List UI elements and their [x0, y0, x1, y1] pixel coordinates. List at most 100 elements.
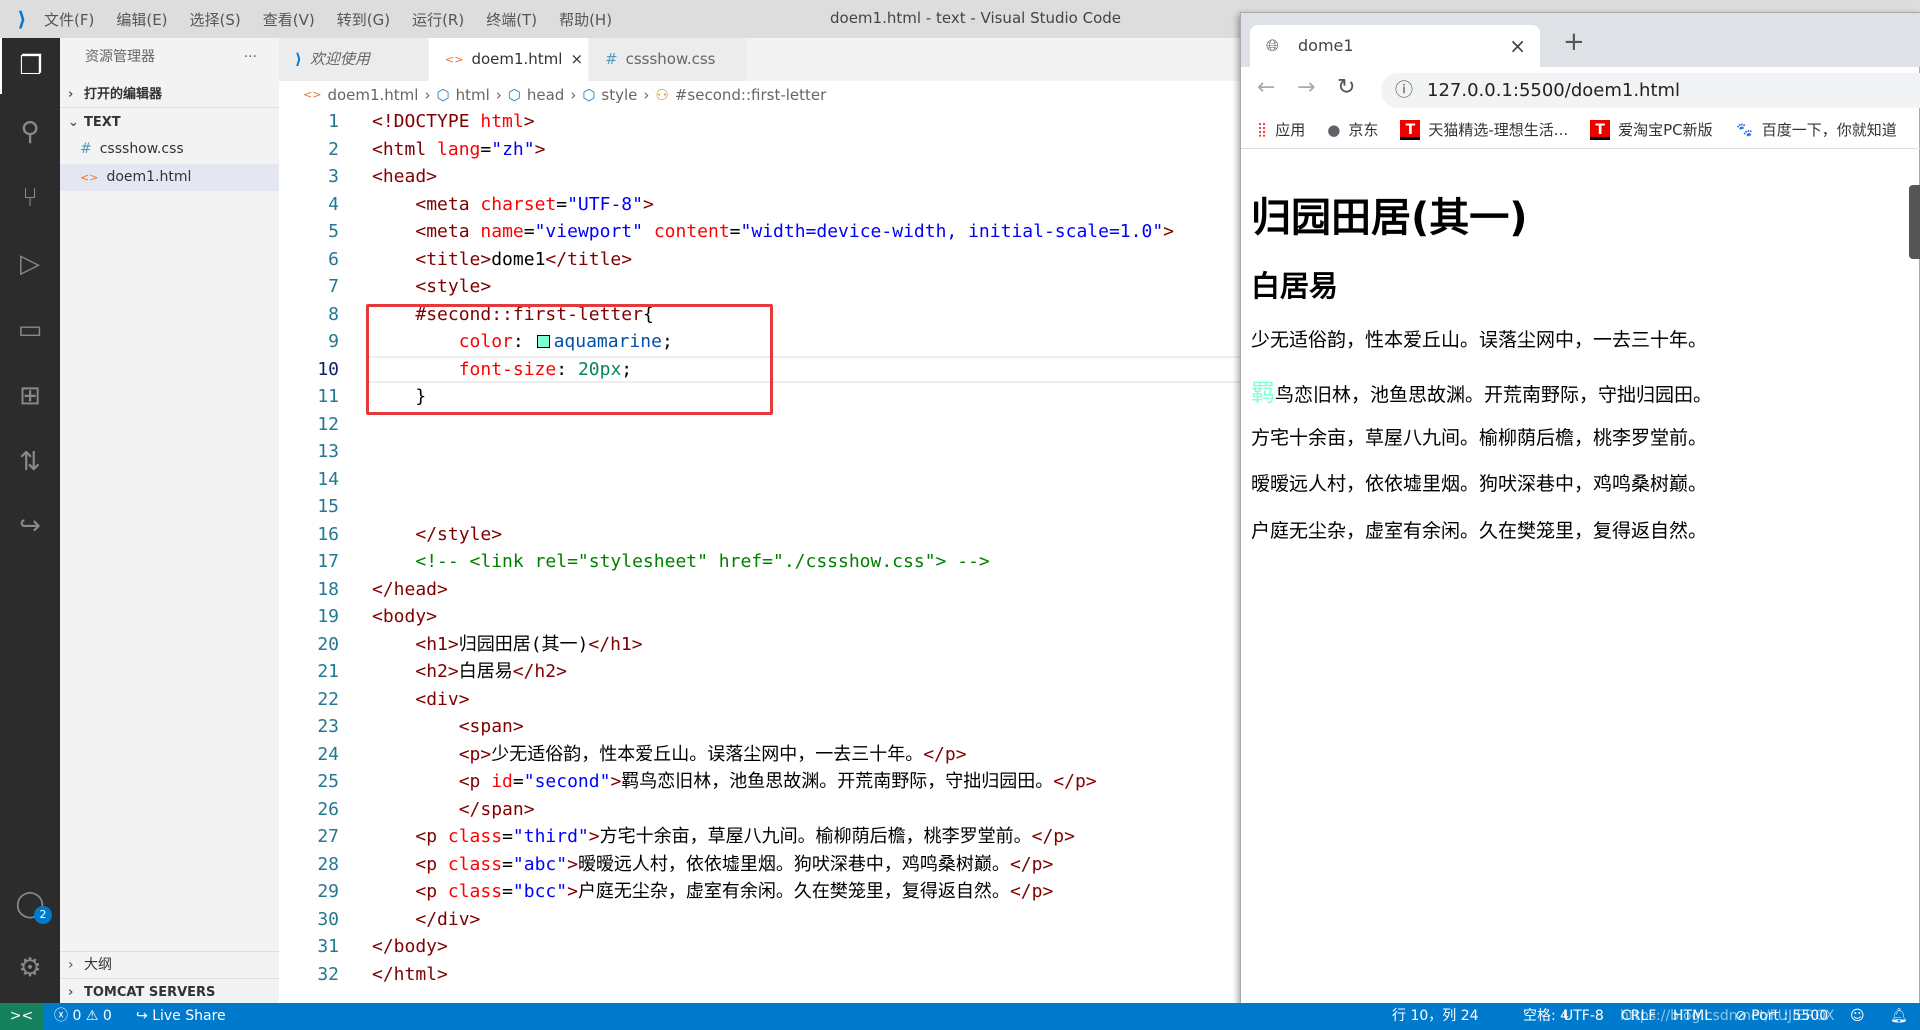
breadcrumb-item[interactable]: head — [527, 81, 564, 109]
side-widget[interactable] — [1909, 185, 1920, 259]
code-line[interactable]: <html lang="zh"> — [372, 136, 545, 164]
chevron-right-icon: › — [68, 87, 74, 102]
live-share-icon[interactable]: ↪ — [0, 498, 60, 554]
browser-tab[interactable]: 🌐︎ dome1 × — [1250, 25, 1540, 67]
code-line[interactable]: </body> — [372, 933, 448, 961]
explorer-icon[interactable]: ❐ — [0, 38, 60, 94]
code-editor[interactable]: 1 <!DOCTYPE html> 2 <html lang="zh"> 3 <head>… — [279, 108, 1240, 1003]
problems-indicator[interactable]: ⓧ 0 ⚠ 0 — [54, 1003, 112, 1030]
remote-explorer-icon[interactable]: ▭ — [0, 302, 60, 358]
line-number: 24 — [317, 743, 339, 765]
forward-icon[interactable]: → — [1297, 75, 1315, 100]
poem-line-second: 羁鸟恋旧林，池鱼思故渊。开荒南野际，守拙归园田。 — [1251, 373, 1712, 408]
code-line[interactable]: </div> — [372, 906, 480, 934]
code-line[interactable]: <style> — [372, 273, 491, 301]
close-icon[interactable]: × — [570, 38, 583, 81]
pull-request-icon[interactable]: ⇅ — [0, 434, 60, 490]
code-token: > — [567, 881, 578, 902]
code-token: > — [534, 138, 546, 160]
tomcat-servers-section[interactable]: › TOMCAT SERVERS — [60, 978, 279, 1005]
code-line[interactable]: <head> — [372, 163, 437, 191]
bookmark-jd[interactable]: ● 京东 — [1327, 119, 1378, 140]
menu-help[interactable]: 帮助(H) — [559, 9, 612, 30]
menu-terminal[interactable]: 终端(T) — [486, 9, 537, 30]
code-line[interactable]: <h2>白居易</h2> — [372, 658, 567, 686]
live-share-button[interactable]: ↪ Live Share — [136, 1003, 226, 1030]
code-line[interactable]: <span> — [372, 713, 524, 741]
code-line[interactable]: <p>少无适俗韵，性本爱丘山。误落尘网中，一去三十年。</p> — [372, 741, 967, 769]
bookmark-aitaobao[interactable]: T 爱淘宝PC新版 — [1590, 119, 1713, 140]
code-line[interactable]: <div> — [372, 686, 469, 714]
encoding[interactable]: UTF-8 — [1563, 1003, 1604, 1030]
tab-welcome[interactable]: ⟩ 欢迎使用 — [279, 38, 429, 81]
bookmark-tmall[interactable]: T 天猫精选-理想生活... — [1400, 119, 1568, 140]
code-token: class — [447, 853, 503, 875]
globe-icon: 🌐︎ — [1266, 36, 1279, 55]
code-line[interactable]: <p class="abc">暧暧远人村，依依墟里烟。狗吠深巷中，鸡鸣桑树巅。<… — [372, 851, 1053, 879]
open-editors-label: 打开的编辑器 — [84, 87, 163, 102]
tab-cssshow-css[interactable]: # cssshow.css — [589, 38, 747, 81]
bookmark-label: 京东 — [1348, 121, 1379, 139]
settings-gear-icon[interactable]: ⚙ — [0, 940, 60, 996]
code-line[interactable]: <!DOCTYPE html> — [372, 108, 535, 136]
bookmark-baidu[interactable]: 🐾︎ 百度一下，你就知道 — [1735, 119, 1897, 140]
code-token: = — [512, 771, 524, 792]
code-line[interactable]: <body> — [372, 603, 437, 631]
open-editors-section[interactable]: › 打开的编辑器 — [60, 81, 279, 108]
menu-go[interactable]: 转到(G) — [337, 9, 390, 30]
notifications-bell-icon[interactable]: 🔔︎ — [1890, 1003, 1908, 1030]
back-icon[interactable]: ← — [1257, 75, 1275, 100]
code-line[interactable]: <p id="second">羁鸟恋旧林，池鱼思故渊。开荒南野际，守拙归园田。<… — [372, 768, 1097, 796]
code-line[interactable]: <p class="bcc">户庭无尘杂，虚室有余闲。久在樊笼里，复得返自然。<… — [372, 878, 1053, 906]
code-line[interactable]: </style> — [372, 521, 502, 549]
code-line[interactable]: <meta name="viewport" content="width=dev… — [372, 218, 1174, 246]
file-cssshow[interactable]: # cssshow.css — [60, 136, 279, 163]
menu-file[interactable]: 文件(F) — [44, 9, 94, 30]
new-tab-button[interactable]: + — [1563, 27, 1585, 57]
code-line[interactable]: </span> — [372, 796, 535, 824]
code-line[interactable]: <meta charset="UTF-8"> — [372, 191, 653, 219]
code-token: name — [480, 221, 524, 242]
cursor-position[interactable]: 行 10，列 24 — [1392, 1003, 1479, 1030]
menu-view[interactable]: 查看(V) — [263, 9, 315, 30]
code-line[interactable]: </head> — [372, 576, 448, 604]
search-icon[interactable]: ⚲ — [0, 104, 60, 160]
breadcrumb-item[interactable]: html — [456, 81, 490, 109]
breadcrumb-item[interactable]: doem1.html — [327, 81, 418, 109]
remote-indicator[interactable]: >< — [0, 1003, 43, 1030]
code-line[interactable]: <h1>归园田居(其一)</h1> — [372, 631, 642, 659]
menu-edit[interactable]: 编辑(E) — [116, 9, 167, 30]
chevron-right-icon: › — [424, 86, 431, 104]
menu-selection[interactable]: 选择(S) — [190, 9, 241, 30]
code-line[interactable]: </html> — [372, 961, 448, 989]
code-token: "second" — [523, 771, 611, 792]
breadcrumb-item[interactable]: #second::first-letter — [675, 81, 826, 109]
tab-doem1-html[interactable]: <> doem1.html × — [429, 38, 589, 81]
code-token: = — [480, 138, 492, 160]
feedback-icon[interactable]: ☺ — [1850, 1003, 1865, 1030]
folder-text-section[interactable]: ⌄ TEXT — [60, 109, 279, 136]
source-control-icon[interactable]: ⑂ — [0, 170, 60, 226]
menu-run[interactable]: 运行(R) — [412, 9, 464, 30]
extensions-icon[interactable]: ⊞ — [0, 368, 60, 424]
code-line[interactable]: <!-- <link rel="stylesheet" href="./csss… — [372, 548, 989, 576]
outline-label: 大纲 — [84, 957, 112, 973]
address-bar[interactable]: ⓘ 127.0.0.1:5500/doem1.html — [1381, 73, 1920, 108]
bookmark-apps[interactable]: ⣿ 应用 — [1257, 119, 1305, 140]
code-line[interactable]: <title>dome1</title> — [372, 246, 632, 274]
accounts-icon[interactable]: ◯ 2 — [0, 876, 60, 932]
breadcrumb-item[interactable]: style — [601, 81, 637, 109]
poem-author: 白居易 — [1251, 269, 1339, 303]
code-line[interactable]: <p class="third">方宅十余亩，草屋八九间。榆柳荫后檐，桃李罗堂前… — [372, 823, 1075, 851]
reload-icon[interactable]: ↻ — [1337, 75, 1355, 100]
close-tab-icon[interactable]: × — [1509, 25, 1526, 67]
run-debug-icon[interactable]: ▷ — [0, 236, 60, 292]
more-actions-icon[interactable]: ··· — [244, 44, 257, 71]
chevron-right-icon: › — [68, 985, 74, 1000]
line-number: 12 — [317, 413, 339, 435]
poem-line: 方宅十余亩，草屋八九间。榆柳荫后檐，桃李罗堂前。 — [1251, 427, 1708, 449]
file-doem1[interactable]: <> doem1.html — [60, 164, 279, 191]
outline-section[interactable]: › 大纲 — [60, 951, 279, 978]
code-token: content — [653, 221, 730, 242]
